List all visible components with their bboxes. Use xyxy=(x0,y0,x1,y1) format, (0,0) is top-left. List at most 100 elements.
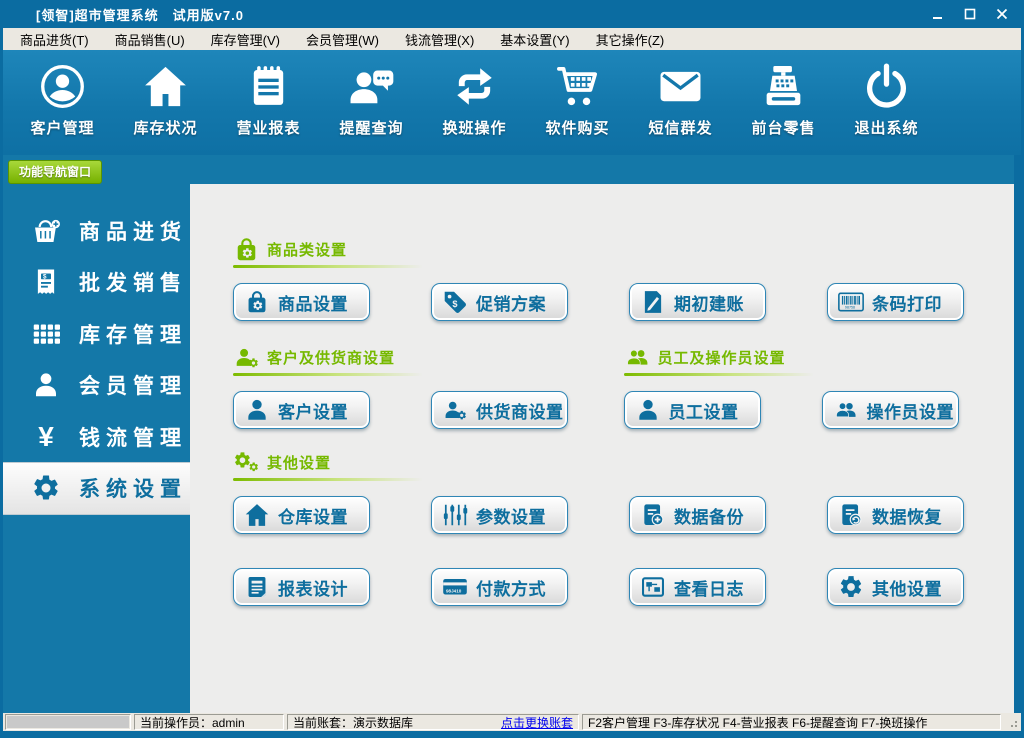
menu-item-goods-purchase[interactable]: 商品进货(T) xyxy=(7,28,102,50)
button-label: 查看日志 xyxy=(674,575,744,600)
sliders-icon xyxy=(442,502,468,528)
button-label: 付款方式 xyxy=(476,575,546,600)
toolbar-item-pos-retail[interactable]: 前台零售 xyxy=(732,50,835,155)
sidebar-item-label: 批发销售 xyxy=(79,267,187,297)
menu-item-members[interactable]: 会员管理(W) xyxy=(293,28,392,50)
user-chat-icon xyxy=(348,60,395,112)
sidebar-item-wholesale-sales[interactable]: 批发销售 xyxy=(3,257,193,309)
button-data-backup[interactable]: 数据备份 xyxy=(629,496,766,534)
minimize-icon xyxy=(932,8,944,20)
user-circle-icon xyxy=(39,60,86,112)
user-icon xyxy=(635,397,661,423)
button-other-settings[interactable]: 其他设置 xyxy=(827,568,964,606)
grid-icon xyxy=(30,318,62,350)
bag-gear-icon xyxy=(233,236,260,263)
button-operator-settings[interactable]: 操作员设置 xyxy=(822,391,959,429)
menu-item-other-operations[interactable]: 其它操作(Z) xyxy=(583,28,678,50)
notepad-icon xyxy=(245,60,292,112)
menu-item-goods-sales[interactable]: 商品销售(U) xyxy=(102,28,198,50)
toolbar-item-inventory-status[interactable]: 库存状况 xyxy=(114,50,217,155)
users-icon xyxy=(624,344,651,371)
status-progress-panel xyxy=(5,714,131,730)
menu-item-basic-settings[interactable]: 基本设置(Y) xyxy=(487,28,582,50)
toolbar-item-software-purchase[interactable]: 软件购买 xyxy=(526,50,629,155)
section-header-customers-suppliers: 客户及供货商设置 xyxy=(233,342,624,372)
sidebar-item-label: 会员管理 xyxy=(79,370,187,400)
gear-icon xyxy=(30,472,62,504)
switch-account-link[interactable]: 点击更换账套 xyxy=(501,714,573,730)
sidebar-item-goods-purchase[interactable]: 商品进货 xyxy=(3,205,193,257)
sidebar-item-label: 商品进货 xyxy=(79,216,187,246)
sidebar-item-system-settings[interactable]: 系统设置 xyxy=(3,463,193,515)
receipt-icon xyxy=(30,266,62,298)
grip-dots-icon xyxy=(1008,718,1018,728)
toolbar-item-label: 库存状况 xyxy=(133,117,197,138)
sidebar-item-members[interactable]: 会员管理 xyxy=(3,360,193,412)
button-payment-methods[interactable]: 98J410 付款方式 xyxy=(431,568,568,606)
maximize-button[interactable] xyxy=(960,5,980,22)
button-barcode-print[interactable]: 98758 条码打印 xyxy=(827,283,964,321)
button-customer-settings[interactable]: 客户设置 xyxy=(233,391,370,429)
button-label: 操作员设置 xyxy=(867,398,955,423)
home-icon xyxy=(142,60,189,112)
button-label: 商品设置 xyxy=(278,290,348,315)
menu-item-cashflow[interactable]: 钱流管理(X) xyxy=(392,28,487,50)
section-title: 其他设置 xyxy=(267,452,331,473)
minimize-button[interactable] xyxy=(928,5,948,22)
section-underline xyxy=(233,265,423,268)
button-goods-settings[interactable]: 商品设置 xyxy=(233,283,370,321)
mail-icon xyxy=(657,60,704,112)
button-label: 促销方案 xyxy=(476,290,546,315)
button-initial-accounts[interactable]: 期初建账 xyxy=(629,283,766,321)
button-view-logs[interactable]: 查看日志 xyxy=(629,568,766,606)
menu-item-inventory[interactable]: 库存管理(V) xyxy=(198,28,293,50)
button-parameter-settings[interactable]: 参数设置 xyxy=(431,496,568,534)
svg-text:98758: 98758 xyxy=(845,306,855,310)
section-header-other: 其他设置 xyxy=(233,447,1014,477)
toolbar-item-exit-system[interactable]: 退出系统 xyxy=(835,50,938,155)
credit-card-icon: 98J410 xyxy=(442,574,468,600)
section-title: 客户及供货商设置 xyxy=(267,347,395,368)
home-icon xyxy=(244,502,270,528)
button-report-design[interactable]: 报表设计 xyxy=(233,568,370,606)
toolbar-item-label: 前台零售 xyxy=(751,117,815,138)
barcode-icon: 98758 xyxy=(838,289,864,315)
status-bar: 当前操作员：admin 当前账套：演示数据库 点击更换账套 F2客户管理 F3-… xyxy=(3,713,1021,731)
sidebar-item-cashflow[interactable]: ¥ 钱流管理 xyxy=(3,411,193,463)
section-header-goods: 商品类设置 xyxy=(233,234,1014,264)
cash-register-icon xyxy=(760,60,807,112)
window-title: [领智]超市管理系统 试用版v7.0 xyxy=(36,5,244,24)
sidebar-item-label: 库存管理 xyxy=(79,319,187,349)
sidebar-item-inventory[interactable]: 库存管理 xyxy=(3,308,193,360)
button-employee-settings[interactable]: 员工设置 xyxy=(624,391,761,429)
toolbar-item-label: 软件购买 xyxy=(545,117,609,138)
toolbar-item-sms-broadcast[interactable]: 短信群发 xyxy=(629,50,732,155)
button-promotion-plan[interactable]: 促销方案 xyxy=(431,283,568,321)
close-icon xyxy=(996,8,1008,20)
cart-icon xyxy=(554,60,601,112)
section-title: 员工及操作员设置 xyxy=(658,347,786,368)
users-icon xyxy=(833,397,859,423)
toolbar-item-business-reports[interactable]: 营业报表 xyxy=(217,50,320,155)
user-gear-icon xyxy=(442,397,468,423)
button-data-restore[interactable]: 数据恢复 xyxy=(827,496,964,534)
user-gear-icon xyxy=(233,344,260,371)
gears-icon xyxy=(233,449,260,476)
toolbar-item-label: 退出系统 xyxy=(854,117,918,138)
doc-plus-icon xyxy=(640,502,666,528)
resize-grip[interactable] xyxy=(1004,714,1019,730)
report-icon xyxy=(244,574,270,600)
button-warehouse-settings[interactable]: 仓库设置 xyxy=(233,496,370,534)
button-supplier-settings[interactable]: 供货商设置 xyxy=(431,391,568,429)
close-button[interactable] xyxy=(992,5,1012,22)
toolbar-item-shift-change[interactable]: 换班操作 xyxy=(423,50,526,155)
title-bar: [领智]超市管理系统 试用版v7.0 xyxy=(0,0,1024,28)
status-hotkeys: F2客户管理 F3-库存状况 F4-营业报表 F6-提醒查询 F7-换班操作 xyxy=(582,714,1001,730)
nav-window-tag: 功能导航窗口 xyxy=(8,160,102,184)
power-icon xyxy=(863,60,910,112)
maximize-icon xyxy=(964,8,976,20)
toolbar-item-customers[interactable]: 客户管理 xyxy=(11,50,114,155)
sidebar: 商品进货 批发销售 库存管理 会员管理 ¥ 钱流管理 系统设置 xyxy=(3,205,193,514)
toolbar-item-reminder-query[interactable]: 提醒查询 xyxy=(320,50,423,155)
button-label: 条码打印 xyxy=(872,290,942,315)
